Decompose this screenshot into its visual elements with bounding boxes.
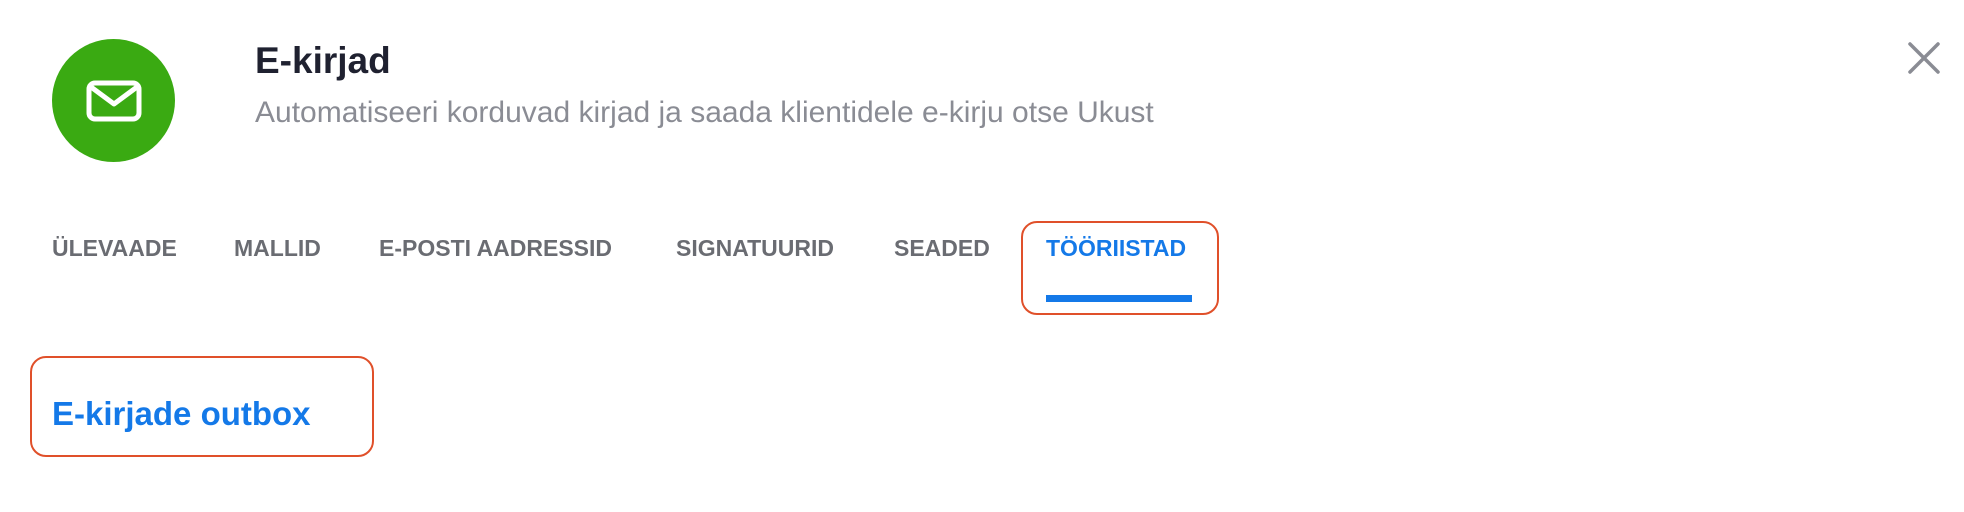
- tab-e-posti-aadressid[interactable]: E-POSTI AADRESSID: [379, 237, 612, 260]
- tab-mallid[interactable]: MALLID: [234, 237, 321, 260]
- tab-bar: ÜLEVAADE MALLID E-POSTI AADRESSID SIGNAT…: [0, 0, 1964, 320]
- tab-ulevaade[interactable]: ÜLEVAADE: [52, 237, 177, 260]
- tab-signatuurid[interactable]: SIGNATUURID: [676, 237, 834, 260]
- highlight-frame-tab: [1021, 221, 1219, 315]
- tab-seaded[interactable]: SEADED: [894, 237, 990, 260]
- email-outbox-link[interactable]: E-kirjade outbox: [52, 397, 311, 430]
